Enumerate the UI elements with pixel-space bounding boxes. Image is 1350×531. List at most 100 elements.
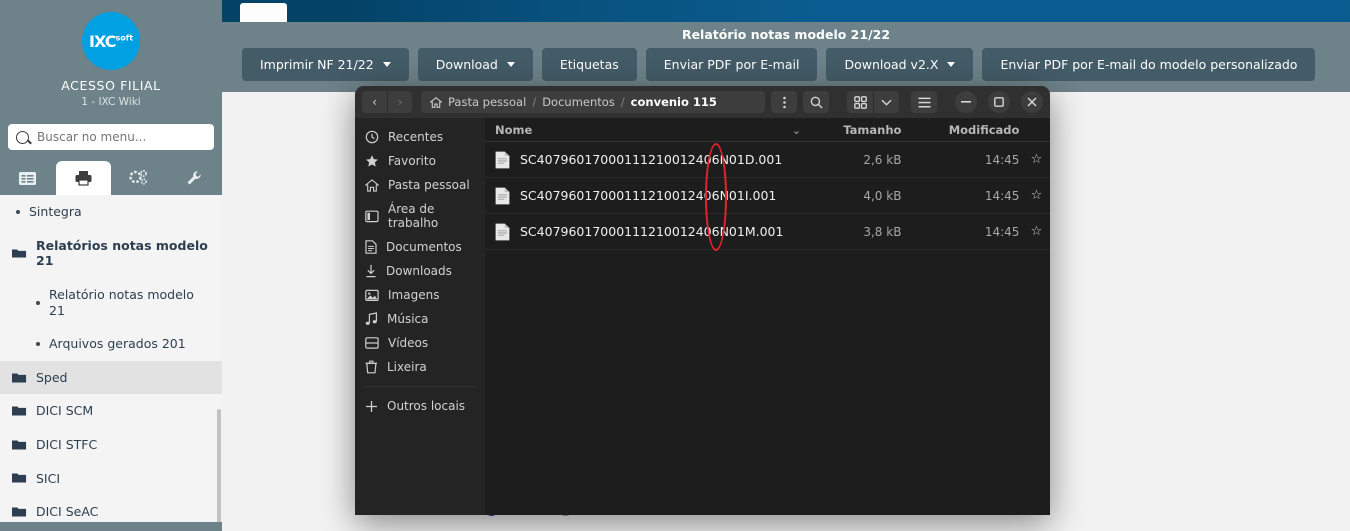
minimize-button[interactable] (955, 91, 977, 113)
column-header-nome[interactable]: Nome (495, 123, 783, 137)
menu-item-sici[interactable]: SICI (0, 462, 222, 496)
download-v2x-button[interactable]: Download v2.X (826, 48, 974, 81)
folder-icon (12, 406, 27, 416)
menu-item-relatorio-notas-modelo-21[interactable]: Relatório notas modelo 21 (0, 278, 222, 327)
breadcrumb-documentos[interactable]: Documentos (542, 95, 615, 109)
desktop-icon (365, 210, 379, 222)
sidebar-item-downloads[interactable]: Downloads (355, 259, 485, 283)
breadcrumb-convenio-115[interactable]: convenio 115 (631, 95, 717, 109)
tab-settings[interactable] (111, 161, 167, 195)
file-size-cell: 4,0 kB (863, 188, 902, 203)
star-icon[interactable]: ☆ (1019, 224, 1050, 239)
menu-item-dici-stfc[interactable]: DICI STFC (0, 428, 222, 462)
search-input[interactable] (37, 130, 206, 144)
page-title: Relatório notas modelo 21/22 (681, 27, 891, 42)
sidebar-scrollbar[interactable] (217, 409, 221, 522)
menu-item-arquivos-gerados-201[interactable]: Arquivos gerados 201 (0, 327, 222, 361)
file-name-cell: SC40796017000111210012406N01M.001 (495, 223, 783, 241)
browser-tab[interactable] (240, 3, 287, 22)
file-modified-cell: 14:45 (984, 188, 1020, 203)
sidebar-item-label: Recentes (388, 130, 444, 144)
chevron-down-icon (947, 62, 956, 67)
menu-item-dici-seac[interactable]: DICI SeAC (0, 495, 222, 522)
back-button[interactable]: ‹ (362, 91, 387, 113)
sidebar-menu-panel: Sintegra Relatórios notas modelo 21 Rela… (0, 195, 222, 522)
column-header-tamanho[interactable]: Tamanho (809, 123, 901, 137)
sidebar-item-favorito[interactable]: Favorito (355, 149, 485, 173)
wrench-icon (187, 171, 202, 185)
logo-text: IXCsoft (88, 31, 134, 51)
table-row[interactable]: SC40796017000111210012406N01D.001 2,6 kB… (485, 142, 1050, 178)
menu-item-sped[interactable]: Sped (0, 360, 222, 395)
menu-item-label: Relatório notas modelo 21 (49, 286, 194, 318)
file-modified-cell: 14:45 (984, 152, 1020, 167)
search-icon (810, 96, 823, 109)
star-icon[interactable]: ☆ (1019, 188, 1050, 203)
menu-search-box[interactable] (8, 124, 214, 150)
sidebar-item-area-de-trabalho[interactable]: Área de trabalho (355, 197, 485, 235)
file-list: Nome ⌄ Tamanho Modificado SC407960170001… (485, 118, 1050, 515)
minimize-icon (961, 101, 971, 103)
menu-dots-button[interactable] (771, 91, 797, 113)
sidebar-item-recentes[interactable]: Recentes (355, 125, 485, 149)
printer-icon (75, 171, 92, 186)
brand-subtitle: 1 - IXC Wiki (81, 96, 141, 108)
file-icon (495, 223, 510, 240)
hamburger-menu-button[interactable] (911, 91, 937, 113)
vertical-dots-icon (782, 96, 786, 108)
file-icon (495, 151, 510, 168)
folder-icon (12, 440, 27, 450)
ixcsoft-logo: IXCsoft (82, 12, 140, 70)
folder-icon (12, 373, 27, 383)
menu-item-label: SICI (36, 470, 61, 486)
table-row[interactable]: SC40796017000111210012406N01M.001 3,8 kB… (485, 214, 1050, 250)
file-manager-body: Recentes Favorito Pasta pessoal Área de … (355, 118, 1050, 515)
column-header-modificado[interactable]: Modificado (901, 123, 1020, 137)
brand-title: ACESSO FILIAL (61, 78, 161, 93)
tab-printer[interactable] (55, 161, 111, 195)
sidebar-item-label: Favorito (388, 154, 436, 168)
sidebar-item-label: Pasta pessoal (388, 178, 470, 192)
forward-button[interactable]: › (387, 91, 412, 113)
menu-item-relatorios-notas-21[interactable]: Relatórios notas modelo 21 (0, 229, 222, 278)
tab-menu-list[interactable] (0, 161, 56, 195)
breadcrumb-pasta-pessoal[interactable]: Pasta pessoal (448, 95, 526, 109)
view-dropdown-button[interactable] (873, 91, 899, 113)
tab-tools[interactable] (167, 161, 223, 195)
maximize-button[interactable] (988, 91, 1010, 113)
etiquetas-button[interactable]: Etiquetas (541, 48, 637, 81)
sidebar-item-outros-locais[interactable]: Outros locais (355, 394, 485, 418)
folder-icon (12, 473, 27, 483)
menu-item-sintegra[interactable]: Sintegra (0, 195, 222, 229)
search-button[interactable] (803, 91, 829, 113)
menu-item-label: Sped (36, 369, 68, 385)
star-icon[interactable]: ☆ (1019, 152, 1050, 167)
folder-icon (12, 507, 27, 517)
sidebar-item-imagens[interactable]: Imagens (355, 283, 485, 307)
app-sidebar: IXCsoft ACESSO FILIAL 1 - IXC Wiki Busca… (0, 0, 222, 531)
sidebar-item-documentos[interactable]: Documentos (355, 235, 485, 259)
sidebar-item-musica[interactable]: Música (355, 307, 485, 331)
download-button[interactable]: Download (417, 48, 533, 81)
breadcrumb[interactable]: Pasta pessoal / Documentos / convenio 11… (421, 91, 765, 113)
sidebar-tabs (0, 161, 222, 195)
sidebar-item-videos[interactable]: Vídeos (355, 331, 485, 355)
file-name-text: SC40796017000111210012406N01D.001 (520, 152, 783, 167)
grid-view-button[interactable] (847, 91, 873, 113)
table-row[interactable]: SC40796017000111210012406N01I.001 4,0 kB… (485, 178, 1050, 214)
sidebar-item-pasta-pessoal[interactable]: Pasta pessoal (355, 173, 485, 197)
enviar-pdf-email-personalizado-button[interactable]: Enviar PDF por E-mail do modelo personal… (982, 48, 1316, 81)
file-name-cell: SC40796017000111210012406N01D.001 (495, 151, 783, 169)
sidebar-item-lixeira[interactable]: Lixeira (355, 355, 485, 379)
browser-titlebar-gradient (352, 0, 1350, 22)
enviar-pdf-email-button[interactable]: Enviar PDF por E-mail (645, 48, 818, 81)
file-manager-window: ‹ › Pasta pessoal / Documentos / conveni… (355, 86, 1050, 515)
imprimir-nf-button[interactable]: Imprimir NF 21/22 (242, 48, 409, 81)
menu-item-dici-scm[interactable]: DICI SCM (0, 394, 222, 428)
sidebar-divider (364, 386, 476, 387)
close-button[interactable] (1021, 91, 1043, 113)
chevron-down-icon (506, 62, 515, 67)
file-name-text: SC40796017000111210012406N01I.001 (520, 188, 777, 203)
sidebar-item-label: Imagens (388, 288, 440, 302)
file-manager-sidebar: Recentes Favorito Pasta pessoal Área de … (355, 118, 485, 515)
